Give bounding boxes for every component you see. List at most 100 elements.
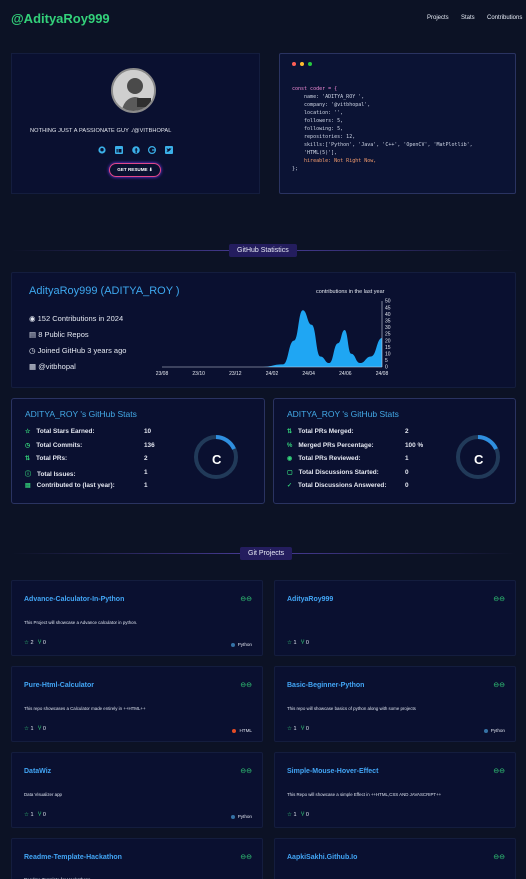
- code-line: location: '',: [292, 110, 344, 116]
- close-dot-icon: [292, 62, 296, 66]
- project-card[interactable]: Readme-Template-HackathonReadme Template…: [11, 838, 263, 879]
- x-tick-label: 23/10: [192, 371, 205, 377]
- brand-logo[interactable]: @AdityaRoy999: [11, 11, 110, 26]
- link-icon[interactable]: ⊖⊖: [240, 595, 252, 603]
- code-line: hireable: Not Right Now,: [292, 158, 377, 164]
- section-title-github-stats: GitHub Statistics: [229, 244, 297, 257]
- stat-row-label: ☆ Total Stars Earned:: [25, 428, 95, 435]
- stat-row-label: ▢ Total Discussions Started:: [287, 469, 379, 476]
- nav-stats[interactable]: Stats: [461, 15, 475, 21]
- project-stats: ☆ 2 Ⴤ 0: [24, 640, 46, 646]
- project-title[interactable]: Simple-Mouse-Hover-Effect: [287, 768, 378, 775]
- star-icon: ☆: [24, 812, 29, 818]
- overview-item: 152 Contributions in 2024: [37, 314, 124, 323]
- project-card[interactable]: Simple-Mouse-Hover-Effect ⊖⊖ This Repo wil…: [274, 752, 516, 828]
- project-card[interactable]: Basic-Beginner-Python ⊖⊖ This repo will sh…: [274, 666, 516, 742]
- project-stats: ☆ 1 Ⴤ 0: [287, 726, 309, 732]
- project-title[interactable]: DataWiz: [24, 768, 51, 775]
- overview-item: 8 Public Repos: [38, 330, 89, 339]
- code-line: following: 5,: [292, 126, 344, 132]
- project-card[interactable]: Advance-Calculator-In-Python ⊖⊖ This Proje…: [11, 580, 263, 656]
- fork-count: 0: [42, 812, 46, 818]
- github-icon[interactable]: [98, 146, 106, 154]
- link-icon[interactable]: ⊖⊖: [493, 853, 505, 861]
- y-tick-label: 50: [385, 299, 391, 305]
- y-tick-label: 15: [385, 345, 391, 351]
- star-icon: ☆: [287, 726, 292, 732]
- stat-icon: ⓘ: [25, 471, 32, 478]
- stat-icon: ▤: [25, 483, 31, 489]
- y-tick-label: 40: [385, 312, 391, 318]
- y-tick-label: 45: [385, 305, 391, 311]
- stat-value: 1: [144, 468, 148, 476]
- stat-value: 0: [405, 468, 409, 476]
- link-icon[interactable]: ⊖⊖: [240, 767, 252, 775]
- facebook-icon[interactable]: [132, 146, 140, 154]
- stat-row-label: % Merged PRs Percentage:: [287, 442, 374, 449]
- project-description: This Project will showcase a Advance cal…: [24, 620, 138, 625]
- overview-item: Joined GitHub 3 years ago: [37, 346, 127, 355]
- get-resume-button[interactable]: GET RESUME ⬇: [109, 163, 161, 177]
- twitter-icon[interactable]: [165, 146, 173, 154]
- stat-label: Total Issues:: [37, 470, 76, 478]
- nav-projects[interactable]: Projects: [427, 15, 449, 21]
- project-title[interactable]: Basic-Beginner-Python: [287, 682, 364, 689]
- stat-label: Merged PRs Percentage:: [298, 441, 374, 449]
- stat-label: Total PRs Reviewed:: [298, 455, 361, 462]
- star-count: 1: [30, 726, 34, 732]
- project-title[interactable]: AapkiSakhi.Github.Io: [287, 854, 357, 861]
- link-icon[interactable]: ⊖⊖: [493, 681, 505, 689]
- stat-label: Total PRs:: [36, 455, 68, 462]
- star-count: 2: [30, 640, 34, 646]
- fork-icon: Ⴤ: [301, 812, 305, 818]
- fork-icon: Ⴤ: [38, 640, 42, 646]
- star-count: 1: [293, 726, 297, 732]
- project-title[interactable]: Pure-Html-Calculator: [24, 682, 94, 689]
- stat-label: Total Discussions Answered:: [298, 482, 387, 489]
- link-icon[interactable]: ⊖⊖: [240, 853, 252, 861]
- stat-row-label: ⇅ Total PRs:: [25, 455, 67, 462]
- project-language: Python: [483, 728, 505, 733]
- stat-value: 1: [405, 455, 409, 462]
- project-language: HTML: [232, 728, 252, 733]
- project-card[interactable]: Pure-Html-Calculator ⊖⊖ This repo showcase…: [11, 666, 263, 742]
- project-description: This Repo will showcase a simple Effect …: [287, 792, 442, 797]
- x-tick-label: 24/02: [266, 371, 279, 377]
- rank-letter: C: [212, 452, 222, 467]
- project-title[interactable]: Advance-Calculator-In-Python: [24, 596, 124, 603]
- stat-row-label: ✓ Total Discussions Answered:: [287, 482, 386, 489]
- stat-row-label: ◷ Total Commits:: [25, 442, 82, 449]
- stat-value: 2: [405, 428, 409, 435]
- stat-row-label: ⓘ Total Issues:: [25, 469, 76, 478]
- stat-icon: ◉: [287, 456, 293, 462]
- link-icon[interactable]: ⊖⊖: [493, 595, 505, 603]
- link-icon[interactable]: ⊖⊖: [493, 767, 505, 775]
- project-card[interactable]: AdityaRoy999 ⊖⊖ ☆ 1 Ⴤ 0: [274, 580, 516, 656]
- overview-item: @vitbhopal: [38, 362, 76, 371]
- star-icon: ☆: [24, 640, 29, 646]
- language-dot: [230, 814, 235, 819]
- y-tick-label: 35: [385, 319, 391, 325]
- github-icon: ◉: [29, 314, 36, 323]
- building-icon: ▦: [29, 362, 37, 371]
- linkedin-icon[interactable]: [115, 146, 123, 154]
- star-icon: ☆: [287, 812, 292, 818]
- nav-contributions[interactable]: Contributions: [487, 15, 522, 21]
- star-count: 1: [293, 812, 297, 818]
- fork-count: 0: [305, 640, 309, 646]
- project-title[interactable]: AdityaRoy999: [287, 596, 333, 603]
- project-language: Python: [230, 642, 252, 647]
- link-icon[interactable]: ⊖⊖: [240, 681, 252, 689]
- project-card[interactable]: AapkiSakhi.Github.Io ⊖⊖: [274, 838, 516, 879]
- project-stats: ☆ 1 Ⴤ 0: [24, 812, 46, 818]
- stat-value: 10: [144, 428, 152, 435]
- gfg-icon[interactable]: [147, 145, 157, 155]
- y-tick-label: 25: [385, 332, 391, 338]
- project-card[interactable]: DataWiz ⊖⊖ Data Visualizer app ☆ 1 Ⴤ 0 Pytho…: [11, 752, 263, 828]
- code-line: followers: 5,: [292, 118, 344, 124]
- fork-icon: Ⴤ: [301, 640, 305, 646]
- stat-icon: %: [287, 442, 293, 449]
- project-title[interactable]: Readme-Template-Hackathon: [24, 854, 122, 861]
- fork-count: 0: [305, 812, 309, 818]
- y-tick-label: 5: [385, 358, 388, 364]
